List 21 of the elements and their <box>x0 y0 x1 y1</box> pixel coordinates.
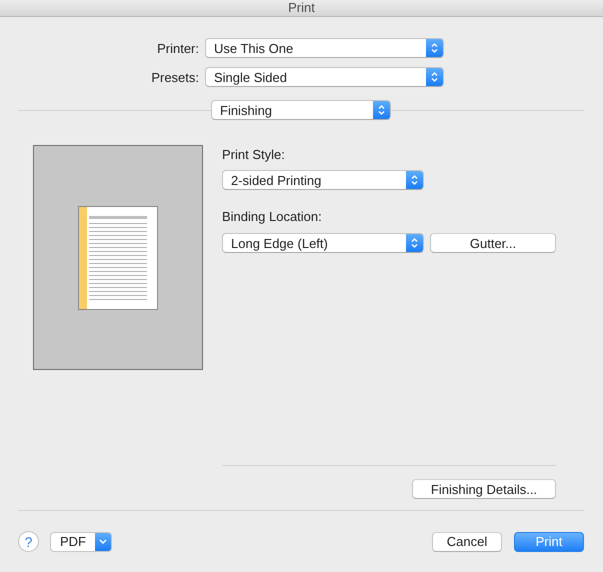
finishing-details-button[interactable]: Finishing Details... <box>412 479 556 499</box>
up-down-arrows-icon <box>411 174 418 186</box>
gutter-button[interactable]: Gutter... <box>430 233 556 253</box>
pdf-menu-button[interactable]: PDF <box>50 532 112 552</box>
cancel-button[interactable]: Cancel <box>432 532 502 552</box>
field-label: Binding Location: <box>222 209 323 225</box>
up-down-arrows-icon <box>431 71 438 83</box>
printer-select[interactable]: Use This One <box>205 38 444 58</box>
help-button[interactable]: ? <box>18 531 39 552</box>
presets-select[interactable]: Single Sided <box>205 67 444 87</box>
print-style-select[interactable]: 2-sided Printing <box>222 170 424 190</box>
up-down-arrows-icon <box>378 104 385 116</box>
field-label: Printer: <box>156 40 200 56</box>
field-label: Presets: <box>150 70 200 84</box>
panel-select[interactable]: Finishing <box>211 100 391 120</box>
field-label: Print Style: <box>222 147 286 163</box>
up-down-arrows-icon <box>431 42 438 54</box>
chevron-down-icon <box>99 539 107 544</box>
binding-location-select[interactable]: Long Edge (Left) <box>222 233 424 253</box>
window-title: Print <box>0 0 603 17</box>
up-down-arrows-icon <box>411 237 418 249</box>
